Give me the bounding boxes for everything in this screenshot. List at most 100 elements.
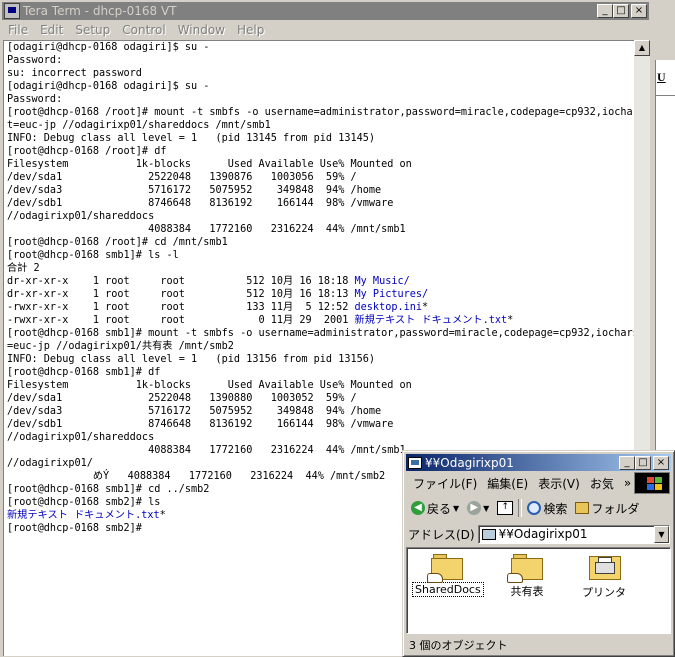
list-item[interactable]: SharedDocs — [412, 554, 484, 597]
terminal-line: t=euc-jp //odagirixp01/shareddocs /mnt/s… — [7, 120, 271, 131]
minimize-button[interactable]: _ — [597, 4, 613, 18]
menu-edit[interactable]: 編集(E) — [482, 475, 533, 492]
terminal-line: -rwxr-xr-x 1 root root 0 11月 29 2001 新規テ… — [7, 315, 514, 326]
list-item[interactable]: プリンタ — [570, 554, 638, 600]
terminal-line: [root@dhcp-0168 smb1]# ls -l — [7, 250, 179, 261]
explorer-close-button[interactable]: × — [653, 455, 669, 470]
terminal-line: [root@dhcp-0168 smb1]# cd ../smb2 — [7, 484, 210, 495]
terminal-line: /dev/sda1 2522048 1390876 1003056 59% / — [7, 172, 357, 183]
item-label: 共有表 — [510, 585, 544, 598]
teraterm-menubar: File Edit Setup Control Window Help — [2, 20, 270, 40]
address-dropdown-icon[interactable]: ▼ — [654, 525, 669, 543]
address-value: ¥¥Odagirixp01 — [498, 527, 588, 541]
terminal-line: 4088384 1772160 2316224 44% /mnt/smb1 — [7, 445, 406, 456]
up-folder-icon: ↑ — [497, 501, 514, 515]
terminal-line: Password: — [7, 55, 63, 66]
terminal-line: [root@dhcp-0168 smb2]# — [7, 523, 149, 534]
shared-folder-icon — [427, 554, 463, 583]
search-button[interactable]: 検索 — [524, 498, 570, 518]
explorer-minimize-button[interactable]: _ — [619, 455, 635, 470]
terminal-line: [root@dhcp-0168 /root]# cd /mnt/smb1 — [7, 237, 228, 248]
explorer-title: ¥¥Odagirixp01 — [425, 455, 514, 470]
background-window-content — [655, 60, 675, 450]
terminal-line: Password: — [7, 94, 63, 105]
folders-icon — [575, 502, 590, 514]
terminal-line: めÝ 4088384 1772160 2316224 44% /mnt/smb2 — [7, 471, 386, 482]
menu-file[interactable]: File — [2, 23, 34, 37]
explorer-maximize-button[interactable]: □ — [635, 455, 651, 470]
terminal-line: [odagiri@dhcp-0168 odagiri]$ su - — [7, 42, 210, 53]
terminal-line: =euc-jp //odagirixp01/共有表 /mnt/smb2 — [7, 341, 234, 352]
list-item[interactable]: 共有表 — [493, 554, 561, 599]
close-button[interactable]: × — [631, 4, 647, 18]
menu-file[interactable]: ファイル(F) — [408, 475, 482, 492]
terminal-line: [root@dhcp-0168 smb1]# df — [7, 367, 161, 378]
divider — [655, 95, 675, 96]
menu-window[interactable]: Window — [172, 23, 231, 37]
item-label: SharedDocs — [412, 582, 484, 597]
terminal-line: 4088384 1772160 2316224 44% /mnt/smb1 — [7, 224, 406, 235]
forward-arrow-icon: ▶ — [467, 501, 482, 515]
explorer-menubar: ファイル(F) 編集(E) 表示(V) お気 » — [408, 473, 632, 493]
file-name: 新規テキスト ドキュメント.txt — [7, 510, 160, 521]
explorer-toolbar: ◀ 戻る ▼ ▶ ▼ ↑ 検索 フォルダ — [408, 496, 670, 520]
menu-edit[interactable]: Edit — [34, 23, 69, 37]
explorer-content[interactable]: SharedDocs 共有表 プリンタ — [406, 547, 671, 634]
search-label: 検索 — [543, 501, 568, 516]
address-input[interactable]: ¥¥Odagirixp01 ▼ — [477, 524, 670, 544]
menu-setup[interactable]: Setup — [69, 23, 116, 37]
folders-label: フォルダ — [591, 501, 640, 516]
item-label: プリンタ — [582, 586, 626, 599]
up-folder-button[interactable]: ↑ — [494, 498, 516, 518]
terminal-line: Filesystem 1k-blocks Used Available Use%… — [7, 159, 412, 170]
terminal-line: -rwxr-xr-x 1 root root 133 11月 5 12:52 d… — [7, 302, 429, 313]
terminal-line: INFO: Debug class all level = 1 (pid 131… — [7, 354, 376, 365]
back-label: 戻る — [427, 501, 452, 516]
teraterm-app-icon[interactable] — [4, 3, 20, 19]
menu-view[interactable]: 表示(V) — [533, 475, 585, 492]
terminal-line: dr-xr-xr-x 1 root root 512 10月 16 18:18 … — [7, 276, 410, 287]
back-dropdown-icon[interactable]: ▼ — [453, 504, 459, 513]
address-bar: アドレス(D) ¥¥Odagirixp01 ▼ — [408, 523, 670, 545]
forward-dropdown-icon[interactable]: ▼ — [483, 504, 489, 513]
terminal-line: [odagiri@dhcp-0168 odagiri]$ su - — [7, 81, 210, 92]
menu-control[interactable]: Control — [116, 23, 171, 37]
terminal-line: 新規テキスト ドキュメント.txt* — [7, 510, 166, 521]
folders-button[interactable]: フォルダ — [572, 498, 642, 518]
terminal-line: /dev/sda1 2522048 1390880 1003052 59% / — [7, 393, 357, 404]
terminal-line: [root@dhcp-0168 smb2]# ls — [7, 497, 161, 508]
underline-icon[interactable]: U — [657, 70, 666, 85]
shared-folder-icon — [507, 554, 543, 583]
file-name: desktop.ini — [354, 302, 422, 313]
terminal-line: [root@dhcp-0168 /root]# mount -t smbfs -… — [7, 107, 634, 118]
file-name: My Music/ — [354, 276, 410, 287]
terminal-line: //odagirixp01/ — [7, 458, 93, 469]
terminal-line: dr-xr-xr-x 1 root root 512 10月 16 18:13 … — [7, 289, 429, 300]
terminal-line: /dev/sdb1 8746648 8136192 166144 98% /vm… — [7, 419, 394, 430]
explorer-titlebar[interactable]: ¥¥Odagirixp01 _ □ × — [406, 454, 671, 471]
terminal-line: //odagirixp01/shareddocs — [7, 211, 155, 222]
explorer-window: ¥¥Odagirixp01 _ □ × ファイル(F) 編集(E) 表示(V) … — [402, 450, 675, 657]
terminal-line: /dev/sda3 5716172 5075952 349848 94% /ho… — [7, 406, 382, 417]
terminal-line: INFO: Debug class all level = 1 (pid 131… — [7, 133, 376, 144]
maximize-button[interactable]: □ — [613, 4, 629, 18]
menu-help[interactable]: Help — [231, 23, 270, 37]
file-name: My Pictures/ — [354, 289, 429, 300]
terminal-line: /dev/sda3 5716172 5075952 349848 94% /ho… — [7, 185, 382, 196]
back-arrow-icon: ◀ — [411, 501, 425, 515]
terminal-line: su: incorrect password — [7, 68, 142, 79]
scroll-up-button[interactable]: ▲ — [634, 40, 650, 56]
windows-logo-icon — [634, 472, 670, 494]
network-computer-icon[interactable] — [408, 456, 422, 469]
forward-button[interactable]: ▶ ▼ — [464, 498, 492, 518]
terminal-line: [root@dhcp-0168 /root]# df — [7, 146, 167, 157]
printer-folder-icon — [588, 554, 621, 582]
file-name: 新規テキスト ドキュメント.txt — [354, 315, 508, 326]
teraterm-titlebar[interactable]: Tera Term - dhcp-0168 VT _ □ × — [2, 2, 649, 20]
menu-favorites[interactable]: お気 — [585, 475, 619, 492]
search-icon — [527, 501, 542, 515]
back-button[interactable]: ◀ 戻る ▼ — [408, 498, 462, 518]
computer-icon — [481, 528, 496, 540]
teraterm-title: Tera Term - dhcp-0168 VT — [23, 4, 177, 18]
terminal-line: /dev/sdb1 8746648 8136192 166144 98% /vm… — [7, 198, 394, 209]
